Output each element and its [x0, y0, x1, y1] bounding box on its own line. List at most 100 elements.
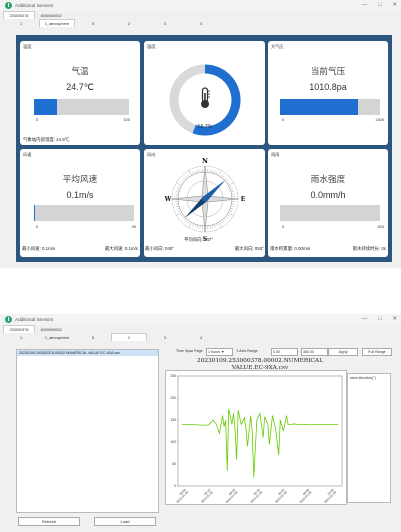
compass-w-label: W [164, 196, 172, 203]
compass-tick [199, 169, 201, 173]
wind-speed-min-footer: 最小风速: 0.1m/s [22, 246, 56, 251]
compass-tick [228, 182, 234, 186]
compass-tick [223, 217, 227, 221]
minimize-button-2[interactable]: — [362, 316, 368, 322]
tab-device-2[interactable]: 4000000002 [35, 325, 67, 333]
compass-tick [180, 214, 183, 217]
wind-direction-min: 最小风向: 040° [145, 246, 175, 251]
wind-speed-bar [34, 205, 134, 221]
maximize-button[interactable]: □ [378, 2, 381, 8]
compass-tick [180, 181, 183, 184]
pressure-bar-fill [280, 99, 358, 115]
compass-tick [225, 179, 229, 182]
rain-accumulation: 雨水积累量: 0.00mm [270, 246, 311, 251]
apply-button[interactable]: Apply [328, 348, 358, 356]
compass-tick [218, 222, 222, 228]
file-list[interactable]: 20230109.253000378.00002.NUMERICAL VALUE… [16, 349, 159, 513]
tab-device-2[interactable]: 4000000002 [35, 11, 67, 19]
tab-sensor-3[interactable]: 3 [147, 333, 183, 341]
tab-sensor-4[interactable]: 4 [183, 19, 219, 27]
refresh-button[interactable]: Refresh [18, 517, 80, 526]
compass-tick [181, 216, 185, 219]
compass-tick [231, 205, 235, 207]
tab-sensor-2[interactable]: 2 [111, 333, 147, 341]
compass-tick [183, 177, 187, 181]
time-span-label: Time Span Page [176, 349, 203, 353]
compass-tick [231, 203, 235, 205]
compass-tick [222, 219, 225, 223]
y-max-input[interactable]: 360.00 [301, 348, 328, 356]
compass-tick [175, 203, 179, 205]
tab-sensor-4[interactable]: 4 [183, 333, 219, 341]
compass-tick [188, 222, 192, 228]
compass-tick [209, 225, 211, 229]
app-icon [5, 2, 12, 9]
tab-device-1[interactable]: 253000378 [3, 11, 35, 19]
pressure-value: 1010.8pa [309, 82, 347, 92]
compass-tick [176, 182, 182, 186]
temperature-panel: 温度 气温 24.7℃ 0 100 气象站内部温度: 24.9℃ [20, 41, 140, 145]
window-title-2: Additional Sensors [15, 317, 54, 322]
compass-tick [211, 225, 213, 229]
y-min-input[interactable]: 0.00 [271, 348, 298, 356]
compass-tick [225, 216, 229, 219]
time-span-select[interactable]: 1 hours ▼ [206, 348, 233, 356]
tab-sensor-5[interactable]: 5 [75, 333, 111, 341]
compass-tick [185, 175, 188, 179]
wind-direction-average: 平均风向: 047° [184, 237, 214, 242]
compass-tick [183, 217, 187, 221]
close-button-2[interactable]: ✕ [392, 316, 397, 322]
x-tick-label: 09:002023-01-09 [175, 488, 189, 504]
file-list-item[interactable]: 20230109.253000378.00002.NUMERICAL VALUE… [17, 350, 158, 356]
wind-speed-name: 平均风速 [62, 174, 98, 184]
compass-tick [176, 208, 180, 210]
tab-sensor-1[interactable]: 1 [3, 19, 39, 27]
y-tick-label: 50 [172, 462, 176, 466]
compass-n-label: N [202, 157, 208, 165]
tab-sensor-2[interactable]: 2 [111, 19, 147, 27]
temperature-bar-fill [34, 99, 58, 115]
compass-tick [185, 219, 188, 223]
legend-wind-direction: wind direction(°) [350, 376, 376, 380]
chart-legend: wind direction(°) [347, 373, 391, 503]
tab-sensor-3[interactable]: 3 [147, 19, 183, 27]
maximize-button-2[interactable]: □ [378, 316, 381, 322]
rain-min: 0 [282, 224, 285, 229]
compass-e-label: E [241, 196, 246, 203]
compass-tick [192, 171, 194, 175]
series-wind-direction [182, 408, 338, 478]
tab-sensor-5[interactable]: 5 [75, 19, 111, 27]
rain-section-title: 雨雨 [271, 152, 280, 157]
minimize-button[interactable]: — [362, 2, 368, 8]
rain-name: 雨水强度 [310, 174, 346, 184]
close-button[interactable]: ✕ [392, 2, 397, 8]
title-bar-2: Additional Sensors — □ ✕ [0, 314, 401, 325]
compass-tick [214, 170, 216, 174]
pressure-max: 1300 [375, 117, 384, 122]
compass-tick [175, 191, 179, 193]
compass-tick [187, 174, 190, 177]
compass-tick [222, 175, 225, 179]
compass-tick [223, 177, 227, 181]
compass-tick [227, 214, 230, 217]
load-button[interactable]: Load [94, 517, 156, 526]
compass-tick [230, 208, 234, 210]
compass-tick [220, 221, 223, 224]
tab-sensor-atmosphere[interactable]: 1_atmosphere [39, 333, 75, 341]
temperature-value: 24.7℃ [66, 82, 94, 92]
tab-sensor-atmosphere[interactable]: 1_atmosphere [39, 19, 75, 27]
tab-sensor-1[interactable]: 1 [3, 333, 39, 341]
compass-tick [220, 174, 223, 177]
full-range-button[interactable]: Full Range [362, 348, 392, 356]
compass-tick [188, 170, 192, 176]
window-title: Additional Sensors [15, 3, 54, 8]
humidity-value: 55.7% [198, 124, 213, 130]
line-chart[interactable]: 0 50 100 150 200 250 09:002023-01-09 09:102023-… [165, 370, 347, 505]
y-tick-label: 200 [170, 396, 176, 400]
x-tick-label: 09:402023-01-09 [274, 488, 288, 504]
y-tick-label: 250 [170, 374, 176, 378]
title-bar: Additional Sensors — □ ✕ [0, 0, 401, 11]
wind-speed-section-title: 风速 [23, 152, 32, 157]
tab-device-1[interactable]: 253000378 [3, 325, 35, 333]
y-tick-label: 150 [170, 418, 176, 422]
